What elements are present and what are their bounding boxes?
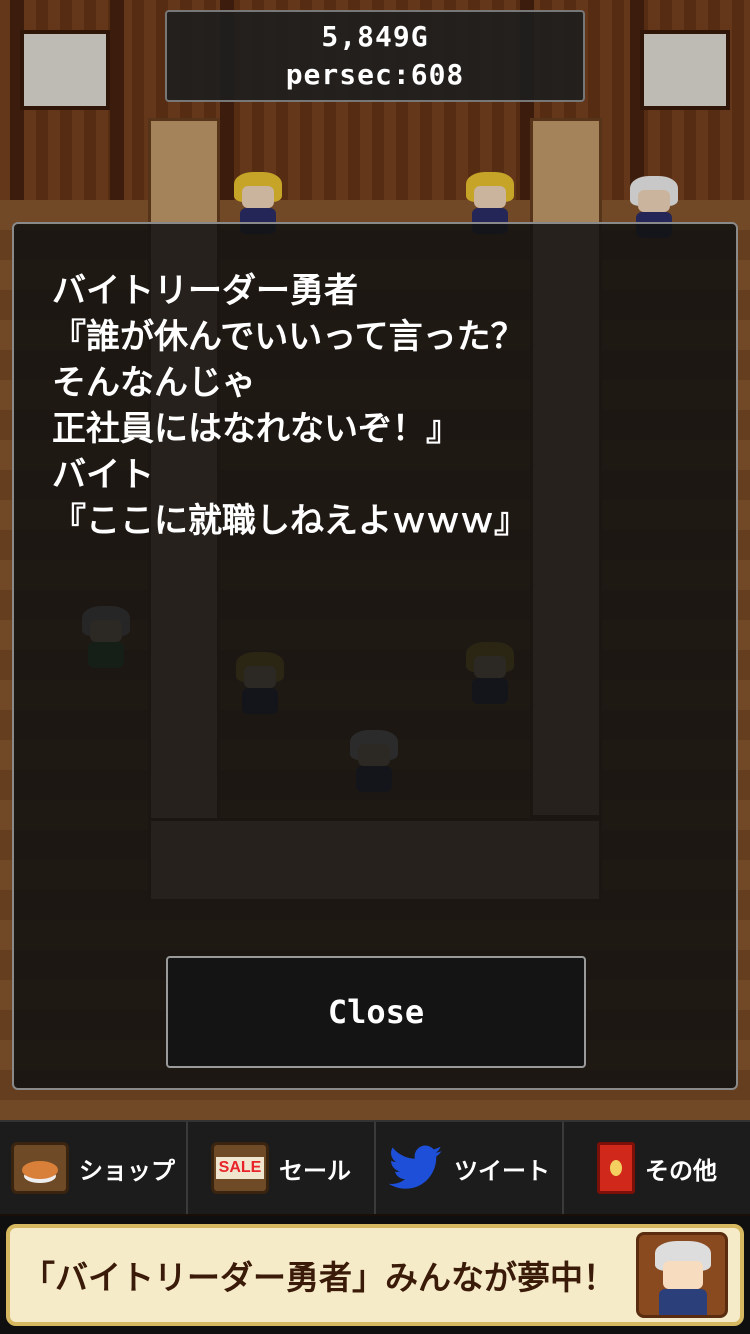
dialog-line: バイト: [52, 455, 154, 495]
nav-other-button[interactable]: その他: [564, 1122, 750, 1214]
close-button[interactable]: Close: [166, 956, 586, 1068]
message-dialog: バイトリーダー勇者 『誰が休んでいいって言った？ そんなんじゃ 正社員にはなれな…: [12, 222, 738, 1090]
nav-shop-button[interactable]: ショップ: [0, 1122, 188, 1214]
bottom-nav: ショップ SALE セール ツイート その他: [0, 1120, 750, 1214]
nav-sale-label: セール: [279, 1156, 351, 1185]
ad-banner-button[interactable]: 「バイトリーダー勇者」みんなが夢中！: [6, 1224, 744, 1326]
nav-shop-label: ショップ: [79, 1156, 175, 1185]
dialog-line: そんなんじゃ: [52, 363, 256, 403]
nav-tweet-label: ツイート: [454, 1156, 550, 1185]
gold-counter-panel: 5,849G persec:608: [165, 10, 585, 102]
nav-tweet-button[interactable]: ツイート: [376, 1122, 564, 1214]
twitter-bird-icon: [388, 1143, 444, 1193]
dialog-line: 『ここに就職しねえよｗｗｗ』: [52, 501, 528, 541]
ad-banner: 「バイトリーダー勇者」みんなが夢中！: [0, 1216, 750, 1334]
nav-other-label: その他: [645, 1156, 717, 1185]
dialog-message: バイトリーダー勇者 『誰が休んでいいって言った？ そんなんじゃ 正社員にはなれな…: [52, 268, 706, 544]
food-plate-icon: [11, 1142, 69, 1194]
gold-per-second: persec:608: [285, 58, 465, 91]
ad-banner-text: 「バイトリーダー勇者」みんなが夢中！: [22, 1258, 616, 1297]
dialog-line: 正社員にはなれないぞ！』: [52, 409, 460, 449]
dialog-line: バイトリーダー勇者: [52, 271, 358, 311]
sale-sign-icon: SALE: [211, 1142, 269, 1194]
gold-amount: 5,849G: [321, 20, 429, 53]
nav-sale-button[interactable]: SALE セール: [188, 1122, 376, 1214]
hero-thumbnail-icon: [636, 1232, 728, 1318]
sale-sign-text: SALE: [215, 1157, 265, 1179]
close-button-label: Close: [327, 993, 425, 1031]
dialog-line: 『誰が休んでいいって言った？: [52, 317, 525, 357]
red-book-icon: [597, 1142, 635, 1194]
